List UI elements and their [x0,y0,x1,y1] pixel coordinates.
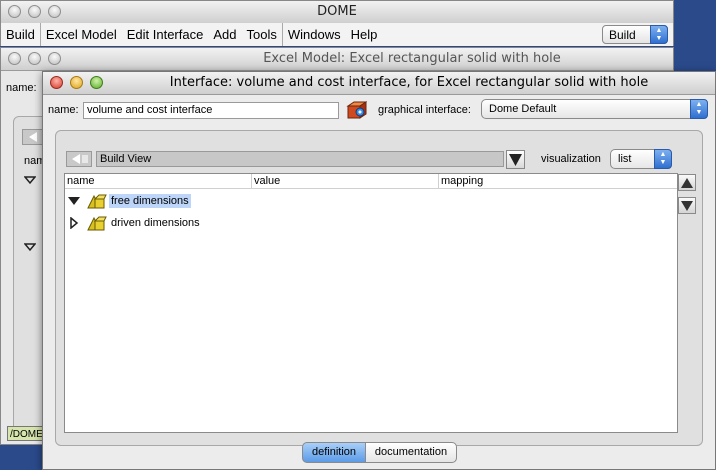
menu-help[interactable]: Help [346,23,383,46]
visualization-label: visualization [541,153,601,165]
view-select[interactable]: Build View [96,151,504,167]
select-stepper-icon: ▲ ▼ [650,25,668,44]
mode-select-value: Build [609,28,636,42]
interface-title: Interface: volume and cost interface, fo… [169,75,649,90]
menu-tools[interactable]: Tools [241,23,283,46]
close-icon[interactable] [8,5,21,18]
chevron-down-icon[interactable] [506,150,525,169]
arrow-up-icon [681,177,693,188]
column-header-name[interactable]: name [65,174,252,188]
minimize-icon[interactable] [28,52,41,65]
minimize-icon[interactable] [70,76,83,89]
definition-panel: Build View visualization list ▲ ▼ name va… [55,130,703,446]
expand-triangle-icon[interactable] [24,175,36,185]
window-controls [8,5,61,18]
move-up-button[interactable] [678,174,696,191]
graphical-interface-value: Dome Default [489,103,557,115]
graphical-interface-label: graphical interface: [378,104,471,116]
visualization-value: list [618,153,632,165]
excel-name-label: name: [6,82,37,94]
arrow-down-icon [681,200,693,211]
tree-item-free-dimensions[interactable]: free dimensions [67,192,191,210]
collapsed-triangle-icon[interactable] [67,217,81,229]
menu-build[interactable]: Build [1,23,41,46]
move-down-button[interactable] [678,197,696,214]
tab-label: documentation [374,446,448,458]
menubar: Build Excel Model Edit Interface Add Too… [1,23,673,46]
dome-titlebar: DOME [1,1,673,24]
interface-titlebar: Interface: volume and cost interface, fo… [43,72,715,95]
folder-shapes-icon [87,194,107,209]
interface-window: Interface: volume and cost interface, fo… [42,71,716,470]
menu-edit-interface[interactable]: Edit Interface [122,23,209,46]
excel-title: Excel Model: Excel rectangular solid wit… [263,51,561,66]
status-field: /DOME [7,426,47,441]
interface-name-field[interactable]: volume and cost interface [83,102,339,119]
window-controls [50,76,103,89]
minimize-icon[interactable] [28,5,41,18]
zoom-icon[interactable] [48,5,61,18]
expanded-triangle-icon[interactable] [67,196,81,206]
tree-item-label: driven dimensions [111,217,200,229]
graphical-interface-select[interactable]: Dome Default ▲ ▼ [481,99,708,119]
status-text: /DOME [10,429,43,440]
back-arrow-icon[interactable] [66,151,92,167]
select-stepper-icon: ▲ ▼ [690,99,708,119]
tab-documentation[interactable]: documentation [365,442,457,463]
gear-cube-icon[interactable] [345,100,368,122]
column-header-mapping[interactable]: mapping [439,174,677,188]
menu-excel-model[interactable]: Excel Model [41,23,122,46]
expand-triangle-icon[interactable] [24,242,36,252]
tree-item-label: free dimensions [109,194,191,208]
dome-title: DOME [317,4,357,19]
column-header-value[interactable]: value [252,174,439,188]
menu-add[interactable]: Add [208,23,241,46]
window-controls [8,52,61,65]
visualization-select[interactable]: list ▲ ▼ [610,149,672,169]
zoom-icon[interactable] [48,52,61,65]
excel-titlebar: Excel Model: Excel rectangular solid wit… [1,48,673,71]
view-value: Build View [100,153,152,165]
folder-shapes-icon [87,216,107,231]
parameter-tree: name value mapping free dimensions drive… [64,173,678,433]
close-icon[interactable] [8,52,21,65]
zoom-icon[interactable] [90,76,103,89]
tree-header: name value mapping [65,174,677,189]
interface-name-value: volume and cost interface [87,104,213,116]
interface-name-label: name: [48,104,79,116]
menu-windows[interactable]: Windows [283,23,346,46]
mode-select[interactable]: Build ▲ ▼ [602,25,668,44]
tree-item-driven-dimensions[interactable]: driven dimensions [67,214,200,232]
tab-definition[interactable]: definition [302,442,366,463]
close-icon[interactable] [50,76,63,89]
select-stepper-icon: ▲ ▼ [654,149,672,169]
tab-label: definition [311,446,357,458]
dome-window: DOME Build Excel Model Edit Interface Ad… [0,0,674,46]
